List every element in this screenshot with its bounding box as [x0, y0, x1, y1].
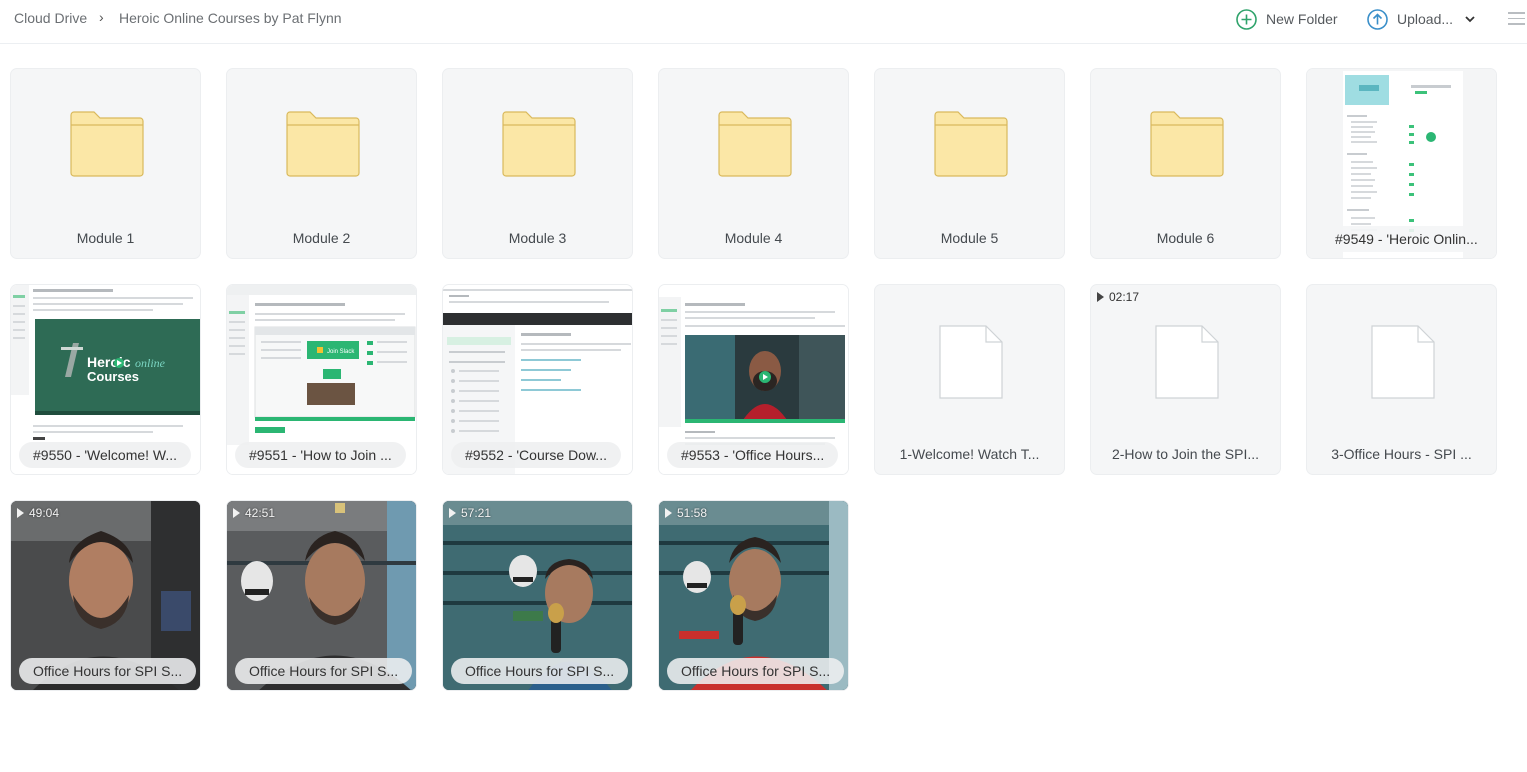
document-icon: [939, 325, 1003, 399]
image-file-tile[interactable]: #9549 - 'Heroic Onlin...: [1306, 68, 1497, 259]
video-file-tile[interactable]: 57:21 Office Hours for SPI S...: [442, 500, 633, 691]
video-file-tile[interactable]: 51:58 Office Hours for SPI S...: [658, 500, 849, 691]
video-duration: 42:51: [233, 506, 275, 520]
folder-icon: [934, 111, 1008, 177]
folder-tile[interactable]: Module 4: [658, 68, 849, 259]
upload-button[interactable]: Upload...: [1367, 7, 1475, 31]
play-icon: [1097, 292, 1104, 302]
thumb-courses-text: Courses: [87, 369, 139, 384]
breadcrumb-current[interactable]: Heroic Online Courses by Pat Flynn: [119, 10, 342, 26]
duration-text: 51:58: [677, 506, 708, 520]
thumb-heroic-text: Heroic: [87, 354, 131, 370]
menu-line: [1508, 17, 1525, 19]
folder-icon: [70, 111, 144, 177]
duration-text: 49:04: [29, 506, 60, 520]
new-folder-button[interactable]: New Folder: [1236, 7, 1338, 31]
folder-label: Module 3: [508, 230, 567, 246]
view-menu-button[interactable]: [1508, 12, 1525, 26]
folder-icon: [1150, 111, 1224, 177]
folder-tile[interactable]: Module 2: [226, 68, 417, 259]
play-icon: [449, 508, 456, 518]
duration-text: 02:17: [1109, 290, 1140, 304]
plus-circle-icon: [1236, 8, 1257, 30]
document-icon: [1371, 325, 1435, 399]
video-duration: 57:21: [449, 506, 491, 520]
play-icon: [17, 508, 24, 518]
file-name-label: 3-Office Hours - SPI ...: [1331, 446, 1472, 462]
folder-tile[interactable]: Module 1: [10, 68, 201, 259]
new-folder-label: New Folder: [1266, 11, 1338, 27]
document-file-tile[interactable]: 02:17 2-How to Join the SPI...: [1090, 284, 1281, 475]
file-name-label: #9553 - 'Office Hours...: [667, 442, 839, 468]
video-file-tile[interactable]: 42:51 Office Hours for SPI S...: [226, 500, 417, 691]
duration-text: 42:51: [245, 506, 276, 520]
image-file-tile[interactable]: Heroic online Courses #9550 - 'Welcome! …: [10, 284, 201, 475]
image-file-tile[interactable]: #9553 - 'Office Hours...: [658, 284, 849, 475]
image-file-tile[interactable]: Join Slack #9551 - 'How to Join ...: [226, 284, 417, 475]
file-name-label: Office Hours for SPI S...: [667, 658, 845, 684]
breadcrumb-root[interactable]: Cloud Drive: [14, 10, 87, 26]
file-name-label: #9552 - 'Course Dow...: [451, 442, 621, 468]
chevron-down-icon[interactable]: [1465, 15, 1475, 23]
upload-arrow-icon: [1367, 8, 1388, 30]
top-bar: Cloud Drive › Heroic Online Courses by P…: [0, 0, 1527, 44]
menu-line: [1508, 12, 1525, 14]
document-file-tile[interactable]: 1-Welcome! Watch T...: [874, 284, 1065, 475]
folder-label: Module 5: [940, 230, 999, 246]
thumb-online-text: online: [135, 356, 166, 370]
video-file-tile[interactable]: 49:04 Office Hours for SPI S...: [10, 500, 201, 691]
menu-line: [1508, 23, 1525, 25]
folder-tile[interactable]: Module 3: [442, 68, 633, 259]
thumb-join-button-text: Join Slack: [327, 349, 355, 355]
folder-icon: [502, 111, 576, 177]
document-file-tile[interactable]: 3-Office Hours - SPI ...: [1306, 284, 1497, 475]
file-name-label: Office Hours for SPI S...: [19, 658, 197, 684]
file-name-label: 2-How to Join the SPI...: [1111, 446, 1260, 462]
document-icon: [1155, 325, 1219, 399]
folder-tile[interactable]: Module 5: [874, 68, 1065, 259]
video-duration: 51:58: [665, 506, 707, 520]
play-icon: [665, 508, 672, 518]
file-name-label: #9549 - 'Heroic Onlin...: [1321, 226, 1492, 252]
folder-label: Module 2: [292, 230, 351, 246]
file-name-label: 1-Welcome! Watch T...: [899, 446, 1040, 462]
breadcrumb-separator: ›: [99, 9, 104, 25]
file-name-label: Office Hours for SPI S...: [235, 658, 413, 684]
folder-label: Module 6: [1156, 230, 1215, 246]
file-name-label: Office Hours for SPI S...: [451, 658, 629, 684]
upload-label: Upload...: [1397, 11, 1454, 27]
folder-icon: [718, 111, 792, 177]
folder-label: Module 4: [724, 230, 783, 246]
play-icon: [233, 508, 240, 518]
folder-tile[interactable]: Module 6: [1090, 68, 1281, 259]
file-name-label: #9550 - 'Welcome! W...: [19, 442, 192, 468]
folder-label: Module 1: [76, 230, 135, 246]
image-file-tile[interactable]: #9552 - 'Course Dow...: [442, 284, 633, 475]
video-duration: 02:17: [1097, 290, 1139, 304]
folder-icon: [286, 111, 360, 177]
duration-text: 57:21: [461, 506, 492, 520]
file-name-label: #9551 - 'How to Join ...: [235, 442, 406, 468]
video-duration: 49:04: [17, 506, 59, 520]
